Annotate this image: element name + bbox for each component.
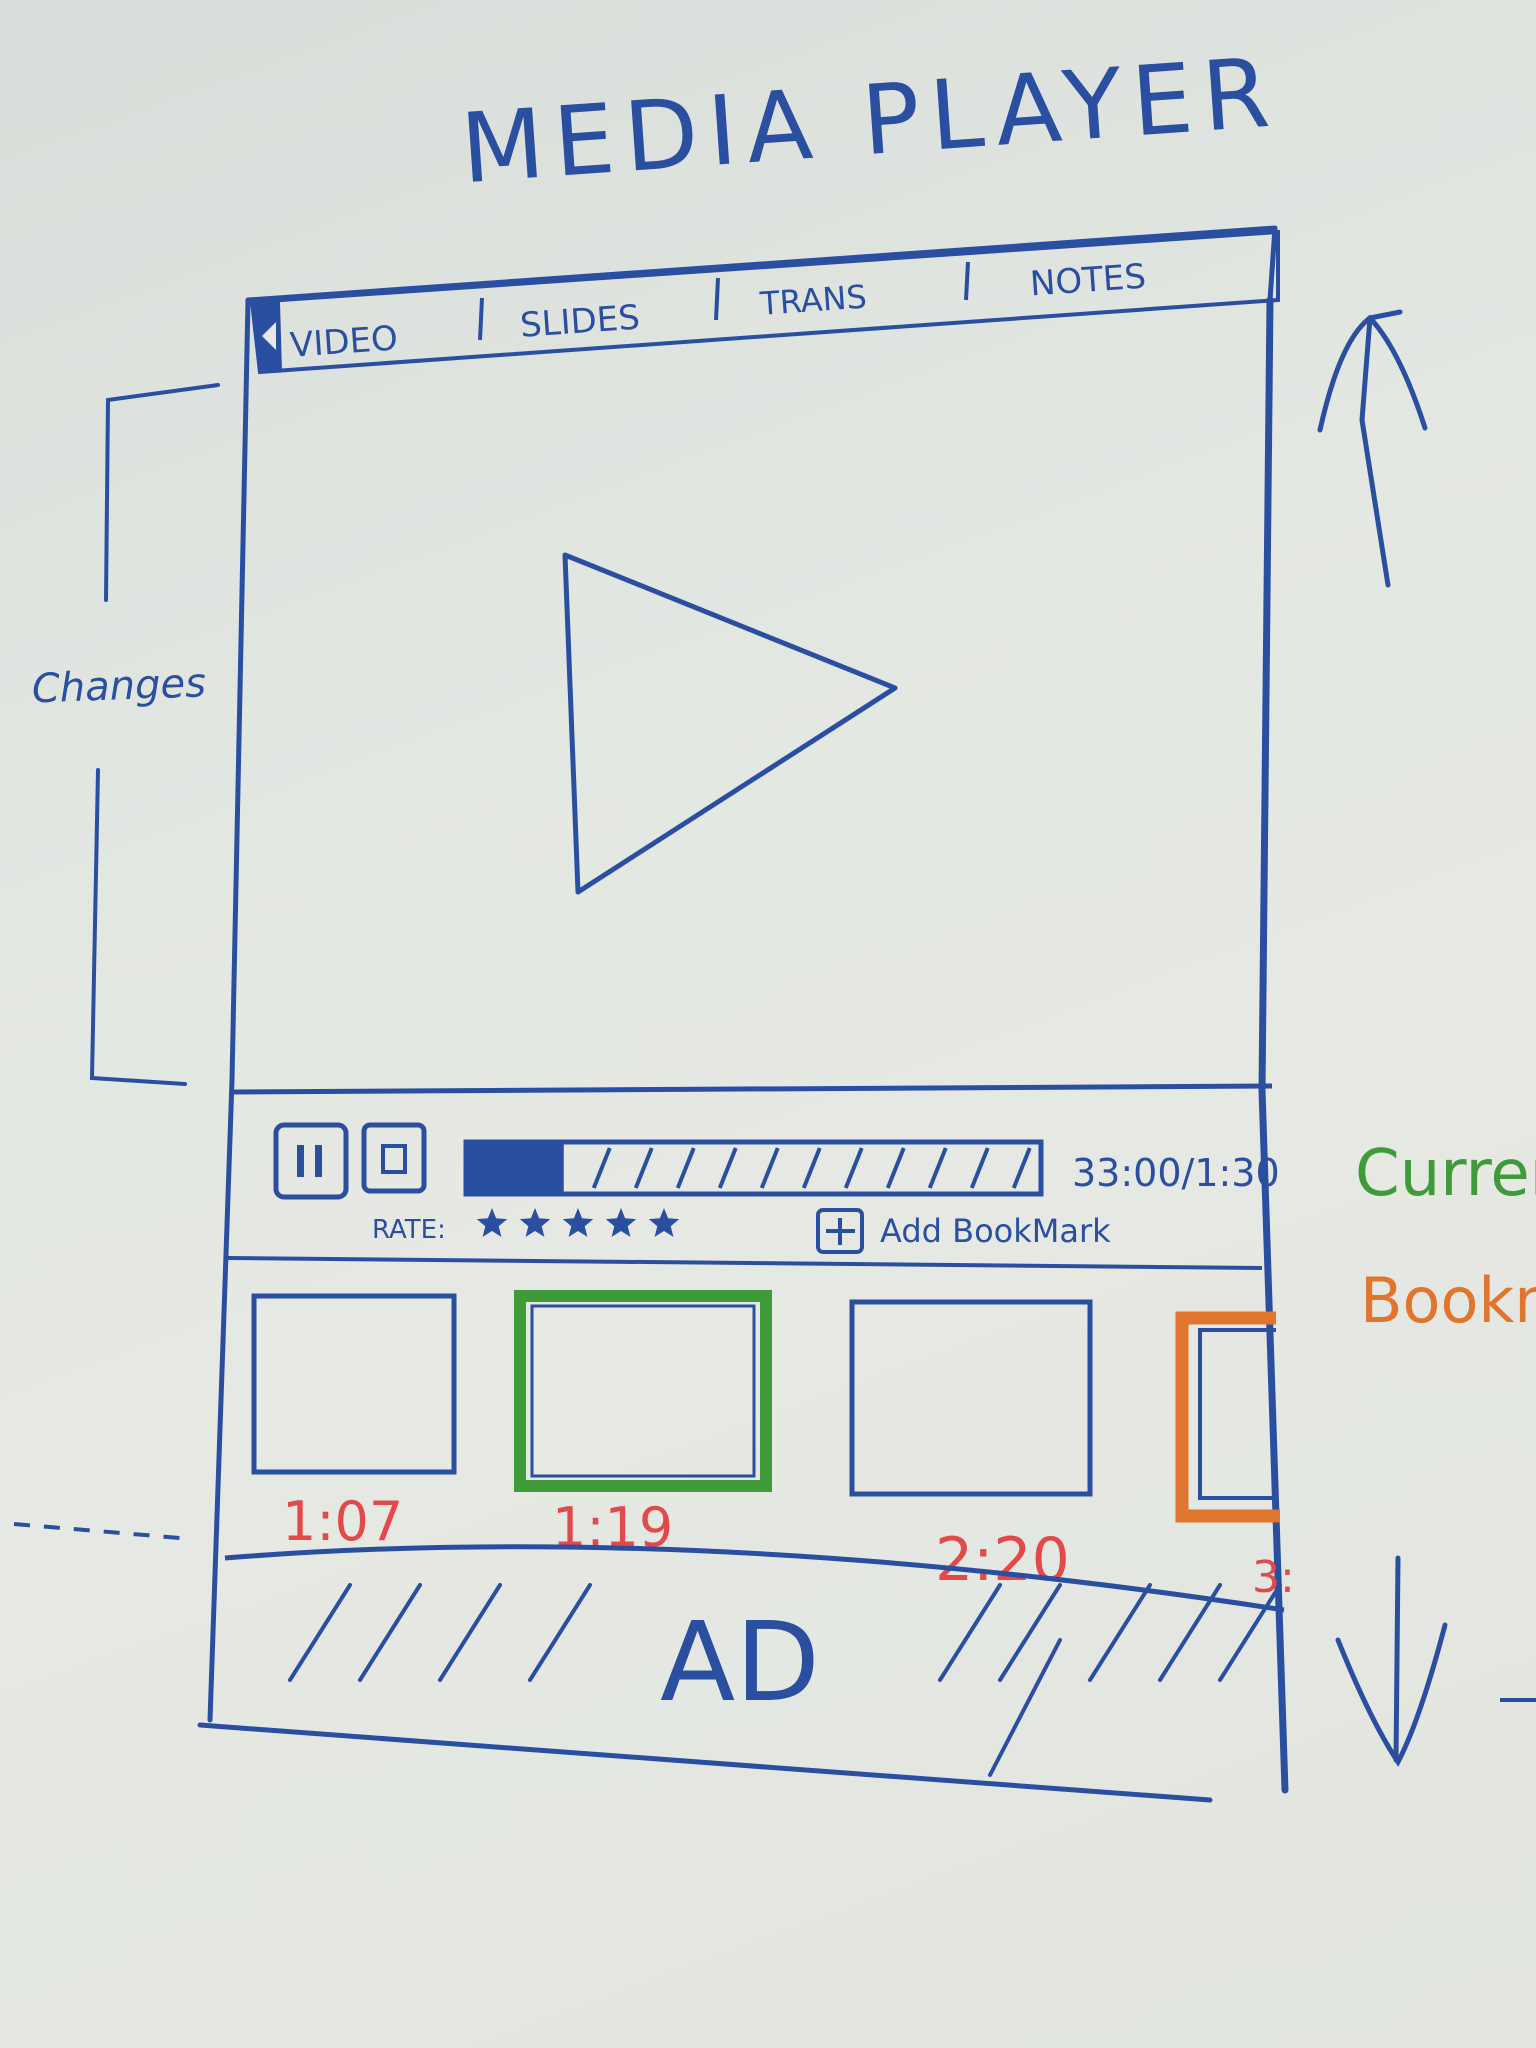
ad-label[interactable]: AD [660, 1598, 820, 1726]
star-icon[interactable] [476, 1208, 508, 1237]
bookmark-thumbnail[interactable] [849, 1299, 1093, 1497]
ad-hatch-line [1158, 1583, 1222, 1682]
progress-filled [466, 1142, 564, 1194]
tab-notes[interactable]: NOTES [1029, 257, 1148, 305]
video-divider [231, 1083, 1273, 1095]
stop-icon [381, 1144, 407, 1174]
rating-stars[interactable] [476, 1208, 680, 1237]
hatch-line [969, 1147, 990, 1189]
ad-hatch-line [438, 1583, 502, 1682]
hatch-line [801, 1147, 822, 1189]
bookmark-thumbnail[interactable] [251, 1293, 457, 1475]
hatch-line [885, 1147, 906, 1189]
scroll-down-arrow-icon[interactable] [1335, 1555, 1448, 1767]
bookmark-thumbnail-inner [530, 1304, 756, 1478]
hatch-line [633, 1147, 654, 1189]
tab-slides[interactable]: SLIDES [519, 298, 641, 346]
progress-fill [466, 1142, 564, 1194]
star-icon[interactable] [605, 1208, 637, 1237]
player-frame [197, 225, 1289, 1803]
hatch-line [759, 1147, 780, 1189]
ad-hatch-line [998, 1583, 1062, 1682]
bookmark-thumbnail-bookmarked[interactable] [1175, 1311, 1280, 1523]
ad-hatch-line [288, 1583, 352, 1682]
play-icon[interactable] [562, 552, 898, 895]
rate-label: RATE: [372, 1215, 446, 1245]
add-bookmark-label[interactable]: Add BookMark [880, 1212, 1111, 1250]
tab-trans[interactable]: TRANS [758, 277, 868, 322]
pause-icon [297, 1145, 322, 1177]
pause-button[interactable] [273, 1122, 349, 1200]
bookmark-strip [251, 1290, 1280, 1523]
current-annotation: Curren [1355, 1137, 1536, 1211]
hatch-line [717, 1147, 738, 1189]
progress-hatch [591, 1147, 1032, 1189]
bookmark-time: 1:07 [282, 1490, 403, 1553]
bookmark-thumbnail-inner [1198, 1328, 1276, 1500]
controls-bar [273, 1122, 1044, 1200]
plus-icon [826, 1218, 855, 1245]
dashed-leader [13, 1522, 181, 1540]
bookmark-thumbnail-current[interactable] [514, 1290, 772, 1492]
star-icon[interactable] [519, 1208, 551, 1237]
ad-hatch-line [1088, 1583, 1152, 1682]
whiteboard-sketch: MEDIA PLAYER VIDEO SLIDES TRANS NOTES Ch… [13, 36, 1536, 1803]
changes-bracket [89, 383, 220, 1086]
time-readout: 33:00/1:30 [1072, 1151, 1280, 1195]
hatch-line [591, 1147, 612, 1189]
tab-video[interactable]: VIDEO [289, 318, 399, 365]
ad-hatch-line [988, 1638, 1062, 1777]
star-icon[interactable] [562, 1208, 594, 1237]
page-title: MEDIA PLAYER [457, 36, 1283, 205]
hatch-line [675, 1147, 696, 1189]
stop-button[interactable] [361, 1122, 427, 1194]
ad-hatch-line [358, 1583, 422, 1682]
star-icon[interactable] [648, 1208, 680, 1237]
hatch-line [1011, 1147, 1032, 1189]
bookmark-time: 2:20 [935, 1525, 1070, 1595]
hatch-line [843, 1147, 864, 1189]
changes-annotation: Changes [31, 660, 206, 712]
ad-hatch-line [938, 1583, 1002, 1682]
bookmark-annotation: Bookn [1360, 1264, 1536, 1337]
hatch-line [927, 1147, 948, 1189]
controls-divider [227, 1256, 1263, 1270]
ad-hatch-line [528, 1583, 592, 1682]
scroll-up-arrow-icon[interactable] [1317, 309, 1428, 588]
